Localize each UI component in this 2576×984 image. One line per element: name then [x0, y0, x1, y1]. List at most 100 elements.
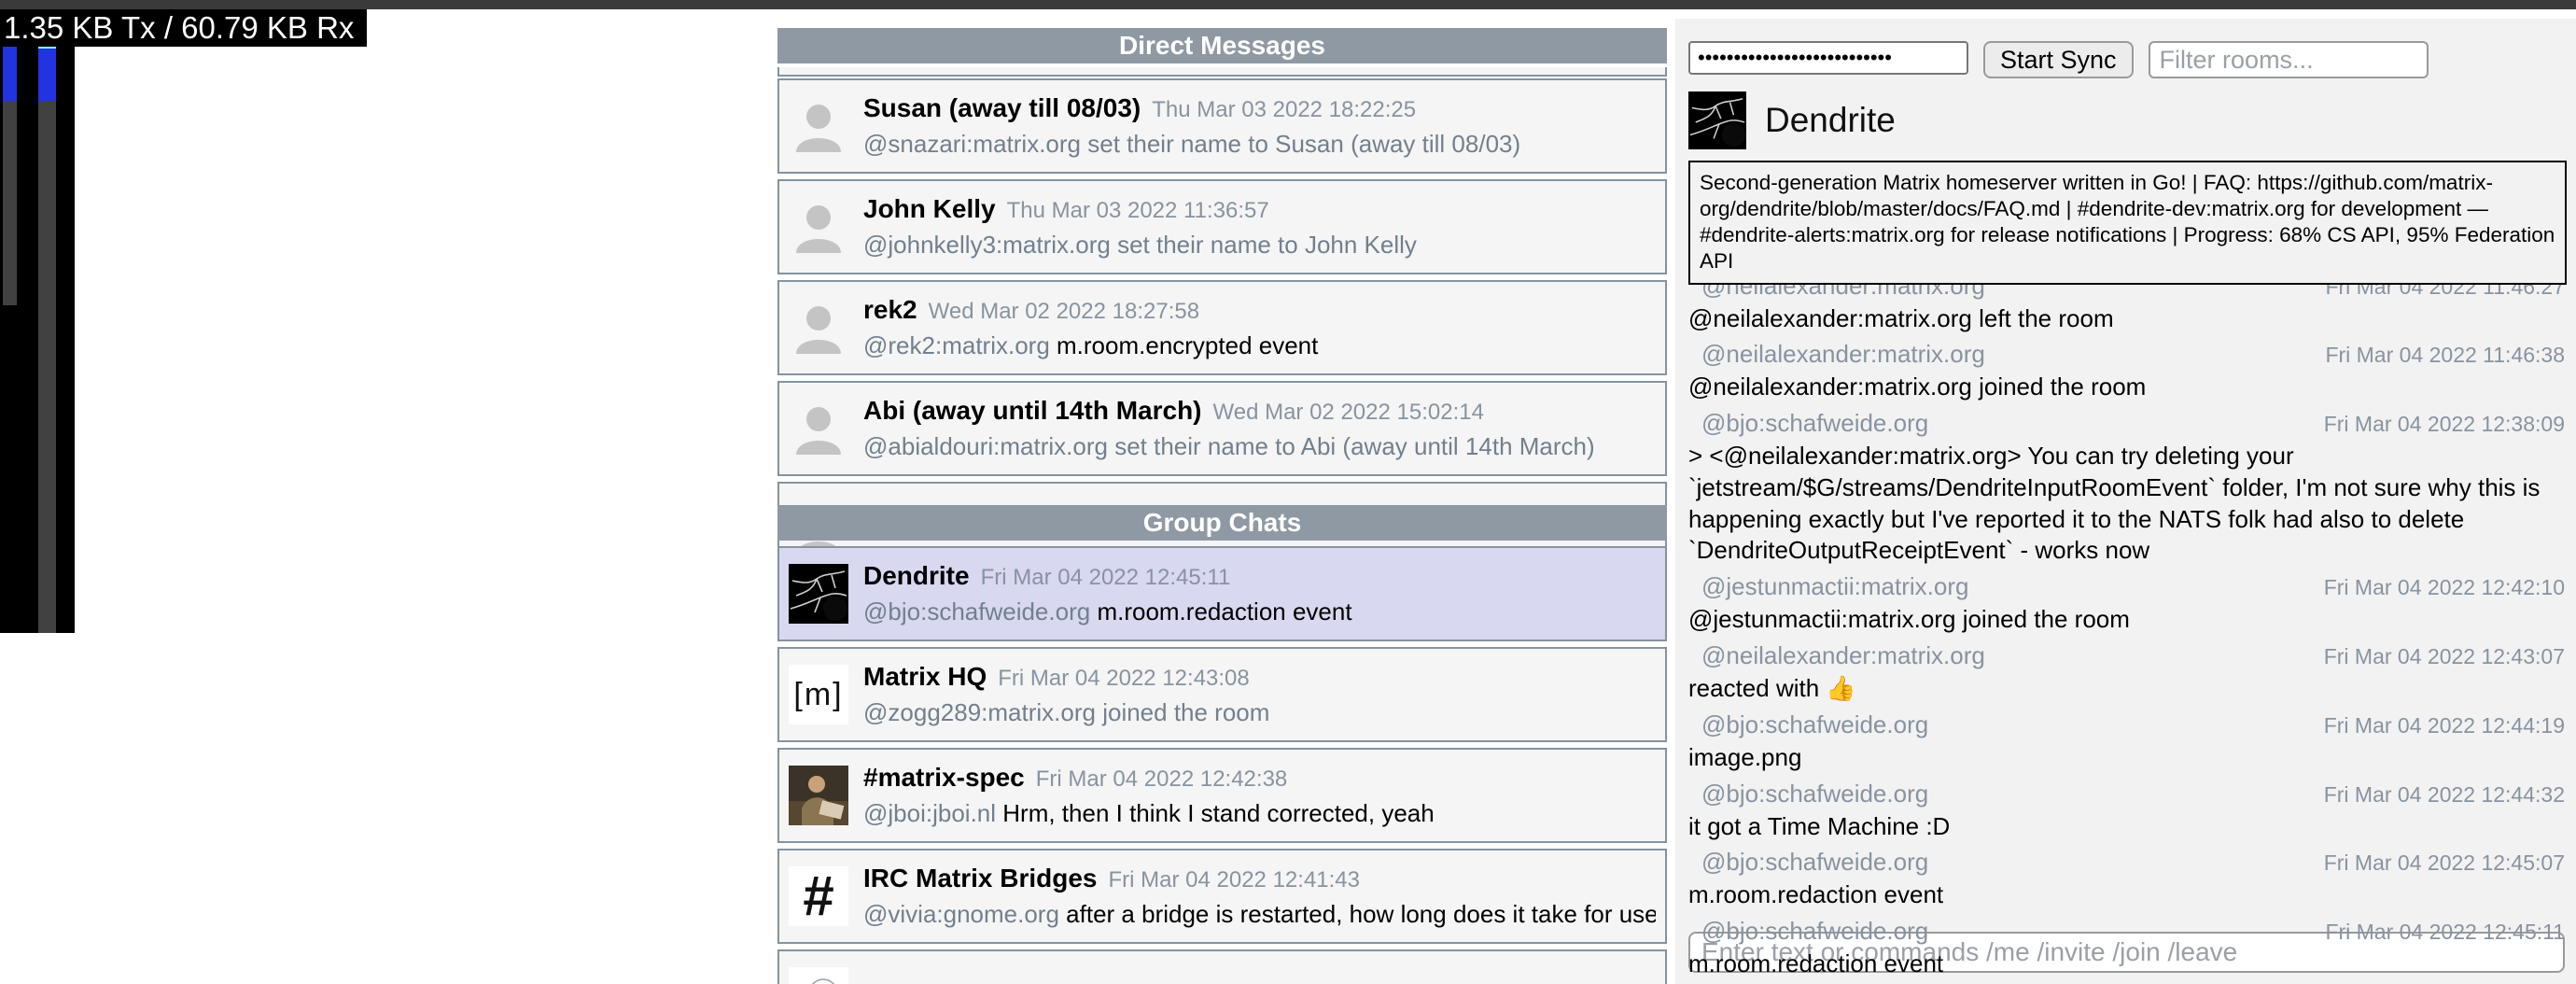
room-item-text: rek2Wed Mar 02 2022 18:27:58 @rek2:matri…: [863, 295, 1656, 360]
room-item-text: Susan (away till 08/03) Thu Mar 03 2022 1…: [863, 93, 1656, 159]
room-item-text: Abi (away until 14th March) Wed Mar 02 20…: [863, 396, 1656, 461]
dendrite-avatar-icon: [1688, 91, 1746, 149]
room-last-sender: @zogg289:matrix.org: [863, 698, 1096, 726]
message-timestamp: Fri Mar 04 2022 12:42:10: [2324, 575, 2565, 600]
room-name: Go: [863, 979, 900, 984]
scrolled-room-sliver: [777, 67, 1667, 77]
person-avatar-icon: [789, 197, 848, 257]
message-timestamp: Fri Mar 04 2022 12:44:19: [2324, 713, 2565, 738]
message-sender: @neilalexander:matrix.org: [1701, 641, 1985, 670]
room-item-john-kelly[interactable]: John Kelly Thu Mar 03 2022 11:36:57 @john…: [777, 179, 1667, 274]
message-body: @jestunmactii:matrix.org joined the room: [1688, 604, 2565, 636]
access-token-input[interactable]: [1688, 41, 1968, 75]
section-header-direct-messages: Direct Messages: [777, 28, 1667, 63]
message-body: > <@neilalexander:matrix.org> You can tr…: [1688, 441, 2565, 567]
room-item-text: GoFri Mar 04 2022 12:34:25: [863, 979, 1656, 984]
traffic-bar-gray: [38, 101, 56, 633]
room-timestamp: Fri Mar 04 2022 12:45:11: [981, 565, 1231, 591]
room-last-sender: @bjo:schafweide.org: [863, 597, 1090, 626]
room-item-dendrite-selected[interactable]: Dendrite Fri Mar 04 2022 12:45:11 @bjo:sc…: [777, 546, 1667, 641]
room-timestamp: Fri Mar 04 2022 12:41:43: [1109, 867, 1361, 893]
room-last-message: after a bridge is restarted, how long do…: [1066, 900, 1656, 928]
room-item-abi[interactable]: Abi (away until 14th March) Wed Mar 02 20…: [777, 381, 1667, 476]
person-avatar-icon: [789, 399, 848, 458]
room-name: Dendrite: [863, 561, 970, 591]
room-last-sender: @johnkelly3:matrix.org: [863, 231, 1111, 259]
traffic-bar-blue: [3, 43, 17, 101]
message-timestamp: Fri Mar 04 2022 12:38:09: [2324, 412, 2565, 437]
message-timestamp: Fri Mar 04 2022 11:46:38: [2325, 343, 2565, 368]
message-body: m.room.redaction event: [1688, 949, 2565, 980]
room-item-matrix-spec[interactable]: #matrix-spec Fri Mar 04 2022 12:42:38 @jb…: [777, 748, 1667, 843]
hash-avatar-icon: #: [789, 866, 848, 926]
room-item-text: IRC Matrix Bridges Fri Mar 04 2022 12:41:…: [863, 864, 1656, 929]
room-last-message: Hrm, then I think I stand corrected, yea…: [1002, 799, 1434, 827]
message-sender: @bjo:schafweide.org: [1701, 710, 1928, 739]
room-last-sender: @jboi:jboi.nl: [863, 799, 996, 827]
room-name: rek2: [863, 295, 917, 325]
photo-avatar-icon: [789, 766, 848, 825]
room-item-irc-bridges[interactable]: # IRC Matrix Bridges Fri Mar 04 2022 12:4…: [777, 849, 1667, 944]
start-sync-button[interactable]: Start Sync: [1983, 41, 2134, 78]
room-name: #matrix-spec: [863, 763, 1025, 793]
message-list: @neilalexander:matrix.org Fri Mar 04 2022…: [1688, 272, 2567, 981]
room-item-susan[interactable]: Susan (away till 08/03) Thu Mar 03 2022 1…: [777, 78, 1667, 174]
room-name: IRC Matrix Bridges: [863, 864, 1098, 893]
message-sender: @bjo:schafweide.org: [1701, 917, 1928, 946]
section-header-group-chats: Group Chats: [777, 505, 1667, 541]
message: @bjo:schafweide.org Fri Mar 04 2022 12:44…: [1688, 710, 2565, 774]
room-last-message: m.room.encrypted event: [1057, 331, 1318, 359]
room-timestamp: Wed Mar 02 2022 15:02:14: [1213, 400, 1484, 426]
message-body: @neilalexander:matrix.org left the room: [1688, 303, 2565, 335]
room-list: Direct Messages Susan (away till 08/03) T…: [777, 28, 1667, 984]
traffic-bar-blue: [38, 49, 56, 101]
message: @bjo:schafweide.orgFri Mar 04 2022 12:44…: [1688, 780, 2565, 843]
message: @bjo:schafweide.org Fri Mar 04 2022 12:45…: [1688, 848, 2565, 911]
room-timestamp: Fri Mar 04 2022 12:42:38: [1036, 766, 1288, 793]
message: @neilalexander:matrix.org Fri Mar 04 2022…: [1688, 641, 2565, 705]
matrix-logo-avatar-icon: [m]: [789, 665, 848, 724]
message-timestamp: Fri Mar 04 2022 12:43:07: [2324, 644, 2565, 669]
message-sender: @bjo:schafweide.org: [1701, 848, 1928, 877]
room-name: Susan (away till 08/03): [863, 93, 1141, 123]
room-item-text: Dendrite Fri Mar 04 2022 12:45:11 @bjo:sc…: [863, 561, 1656, 626]
message-body: reacted with 👍: [1688, 673, 2565, 705]
message-sender: @bjo:schafweide.org: [1701, 780, 1928, 808]
message: @bjo:schafweide.orgFri Mar 04 2022 12:45…: [1688, 917, 2565, 980]
gopher-avatar-icon: [789, 967, 848, 984]
room-topic: Second-generation Matrix homeserver writ…: [1688, 161, 2567, 285]
room-name: John Kelly: [863, 194, 996, 224]
room-item-go[interactable]: GoFri Mar 04 2022 12:34:25: [777, 949, 1667, 984]
matrix-logo-glyph: [m]: [793, 677, 843, 713]
room-item-text: Matrix HQ Fri Mar 04 2022 12:43:08 @zogg2…: [863, 662, 1656, 727]
filter-rooms-input[interactable]: [2149, 41, 2429, 78]
room-name: Matrix HQ: [863, 662, 987, 692]
room-last-sender: @snazari:matrix.org: [863, 130, 1081, 158]
message: @neilalexander:matrix.orgFri Mar 04 2022…: [1688, 340, 2565, 403]
dendrite-avatar-icon: [789, 564, 848, 624]
message-body: image.png: [1688, 742, 2565, 774]
window-top-strip: [0, 0, 2576, 9]
network-graph-panel: [0, 9, 75, 633]
room-last-message: set their name to Susan (away till 08/03…: [1087, 130, 1520, 158]
person-avatar-icon: [789, 298, 848, 358]
message-body: m.room.redaction event: [1688, 879, 2565, 911]
room-timestamp: Fri Mar 04 2022 12:43:08: [998, 666, 1250, 692]
chat-panel: Start Sync Dendrite Second-generation Ma…: [1675, 19, 2576, 984]
network-traffic-badge: 1.35 KB Tx / 60.79 KB Rx: [0, 9, 367, 47]
sync-toolbar: Start Sync: [1688, 41, 2567, 78]
room-timestamp: Thu Mar 03 2022 18:22:25: [1152, 97, 1416, 123]
room-header: Dendrite: [1688, 91, 2567, 149]
message-sender: @bjo:schafweide.org: [1701, 409, 1928, 438]
message-body: it got a Time Machine :D: [1688, 811, 2565, 843]
room-item-matrix-hq[interactable]: [m] Matrix HQ Fri Mar 04 2022 12:43:08 @z…: [777, 647, 1667, 742]
room-timestamp: Thu Mar 03 2022 11:36:57: [1007, 198, 1269, 224]
traffic-bar-gray: [3, 101, 17, 305]
room-title: Dendrite: [1765, 101, 1896, 140]
room-item-text: #matrix-spec Fri Mar 04 2022 12:42:38 @jb…: [863, 763, 1656, 828]
room-last-message: set their name to Abi (away until 14th M…: [1114, 432, 1594, 460]
message-timestamp: Fri Mar 04 2022 12:45:07: [2324, 850, 2565, 876]
room-name: Abi (away until 14th March): [863, 396, 1202, 426]
room-item-rek2[interactable]: rek2Wed Mar 02 2022 18:27:58 @rek2:matri…: [777, 280, 1667, 375]
room-last-message: joined the room: [1102, 698, 1269, 726]
